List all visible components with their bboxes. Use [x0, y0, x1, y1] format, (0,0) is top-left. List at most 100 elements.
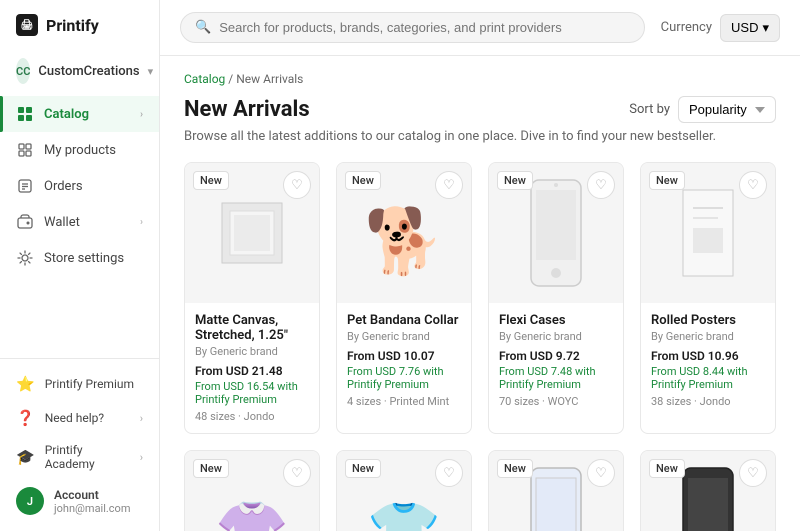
wallet-icon [16, 213, 34, 231]
product-meta: 48 sizes · Jondo [195, 410, 309, 423]
catalog-label: Catalog [44, 107, 130, 122]
product-premium-price: From USD 7.48 with Printify Premium [499, 365, 613, 391]
breadcrumb-catalog[interactable]: Catalog [184, 72, 225, 86]
sidebar-item-premium[interactable]: ⭐ Printify Premium [0, 367, 159, 401]
product-name: Flexi Cases [499, 313, 613, 328]
catalog-icon [16, 105, 34, 123]
account-name: CustomCreations [38, 64, 139, 79]
new-badge: New [193, 171, 229, 190]
account-switcher[interactable]: CC CustomCreations ▾ [0, 50, 159, 92]
currency-label: Currency [661, 20, 712, 35]
product-price: From USD 9.72 [499, 349, 613, 363]
store-settings-label: Store settings [44, 251, 143, 266]
page-header: New Arrivals Sort by Popularity [184, 96, 776, 123]
product-meta: 70 sizes · WOYC [499, 395, 613, 408]
favorite-button[interactable]: ♡ [435, 459, 463, 487]
search-bar[interactable]: 🔍 [180, 12, 645, 43]
sidebar-item-orders[interactable]: Orders [0, 168, 159, 204]
sidebar: 🖨 Printify CC CustomCreations ▾ Catalog … [0, 0, 160, 531]
product-name: Pet Bandana Collar [347, 313, 461, 328]
product-card[interactable]: New ♡ 👚 Women's T-Shirt By Generic brand… [184, 450, 320, 531]
product-brand: By Generic brand [347, 330, 461, 343]
chevron-down-icon: ▾ [148, 65, 154, 78]
premium-icon: ⭐ [16, 375, 35, 393]
product-card[interactable]: New ♡ Flexi Cases By Generic brand From … [488, 162, 624, 434]
product-card[interactable]: New ♡ Matte Canvas, Stretched, 1.25" By … [184, 162, 320, 434]
product-premium-price: From USD 7.76 with Printify Premium [347, 365, 461, 391]
store-settings-icon [16, 249, 34, 267]
favorite-button[interactable]: ♡ [283, 171, 311, 199]
product-price: From USD 21.48 [195, 364, 309, 378]
favorite-button[interactable]: ♡ [739, 459, 767, 487]
sidebar-item-account[interactable]: J Account john@mail.com [0, 479, 159, 523]
main-nav: Catalog › My products Orders Wallet › [0, 92, 159, 358]
page-title: New Arrivals [184, 97, 310, 122]
help-chevron-icon: › [140, 412, 143, 425]
product-premium-price: From USD 16.54 with Printify Premium [195, 380, 309, 406]
new-badge: New [345, 459, 381, 478]
header: 🔍 Currency USD ▾ [160, 0, 800, 56]
new-badge: New [193, 459, 229, 478]
favorite-button[interactable]: ♡ [739, 171, 767, 199]
page-description: Browse all the latest additions to our c… [184, 129, 776, 144]
logo-icon: 🖨 [16, 14, 38, 36]
new-badge: New [497, 459, 533, 478]
sort-select[interactable]: Popularity [678, 96, 776, 123]
new-badge: New [649, 171, 685, 190]
favorite-button[interactable]: ♡ [435, 171, 463, 199]
account-avatar: CC [16, 58, 30, 84]
product-card[interactable]: New ♡ Clear Phone Case By Generic brand … [488, 450, 624, 531]
sidebar-item-need-help[interactable]: ❓ Need help? › [0, 401, 159, 435]
product-image: New ♡ 👕 [337, 451, 471, 531]
product-card[interactable]: New ♡ 👕 Men's T-Shirt By Generic brand F… [336, 450, 472, 531]
chevron-right-icon: › [140, 109, 143, 120]
need-help-label: Need help? [45, 411, 130, 425]
orders-icon [16, 177, 34, 195]
favorite-button[interactable]: ♡ [587, 171, 615, 199]
product-image: New ♡ [641, 451, 775, 531]
product-brand: By Generic brand [195, 345, 309, 358]
product-card[interactable]: New ♡ Black Phone Case By Generic brand … [640, 450, 776, 531]
product-brand: By Generic brand [499, 330, 613, 343]
product-image: New ♡ [489, 163, 623, 303]
product-name: Rolled Posters [651, 313, 765, 328]
search-input[interactable] [219, 20, 629, 35]
academy-chevron-icon: › [140, 451, 143, 464]
product-image: New ♡ [641, 163, 775, 303]
new-badge: New [497, 171, 533, 190]
orders-label: Orders [44, 179, 143, 194]
premium-label: Printify Premium [45, 377, 134, 391]
product-card[interactable]: New ♡ Rolled Posters By Generic brand Fr… [640, 162, 776, 434]
product-price: From USD 10.96 [651, 349, 765, 363]
sidebar-item-wallet[interactable]: Wallet › [0, 204, 159, 240]
user-email: john@mail.com [54, 502, 143, 515]
sidebar-item-store-settings[interactable]: Store settings [0, 240, 159, 276]
logo-text: Printify [46, 16, 99, 35]
academy-icon: 🎓 [16, 448, 35, 466]
search-icon: 🔍 [195, 20, 211, 35]
product-premium-price: From USD 8.44 with Printify Premium [651, 365, 765, 391]
product-brand: By Generic brand [651, 330, 765, 343]
product-meta: 4 sizes · Printed Mint [347, 395, 461, 408]
product-price: From USD 10.07 [347, 349, 461, 363]
sidebar-item-my-products[interactable]: My products [0, 132, 159, 168]
favorite-button[interactable]: ♡ [283, 459, 311, 487]
favorite-button[interactable]: ♡ [587, 459, 615, 487]
currency-chevron-icon: ▾ [762, 20, 769, 36]
sidebar-item-catalog[interactable]: Catalog › [0, 96, 159, 132]
my-products-icon [16, 141, 34, 159]
my-products-label: My products [44, 143, 143, 158]
product-card[interactable]: New ♡ 🐕 Pet Bandana Collar By Generic br… [336, 162, 472, 434]
sidebar-item-academy[interactable]: 🎓 Printify Academy › [0, 435, 159, 479]
wallet-chevron-icon: › [140, 217, 143, 228]
user-avatar: J [16, 487, 44, 515]
product-grid: New ♡ Matte Canvas, Stretched, 1.25" By … [184, 162, 776, 531]
wallet-label: Wallet [44, 215, 130, 230]
currency-selector[interactable]: USD ▾ [720, 14, 780, 42]
user-name: Account [54, 488, 143, 502]
product-image: New ♡ [489, 451, 623, 531]
sort-label: Sort by [629, 102, 670, 117]
product-meta: 38 sizes · Jondo [651, 395, 765, 408]
content-area: Catalog / New Arrivals New Arrivals Sort… [160, 56, 800, 531]
breadcrumb-current: New Arrivals [236, 72, 303, 86]
